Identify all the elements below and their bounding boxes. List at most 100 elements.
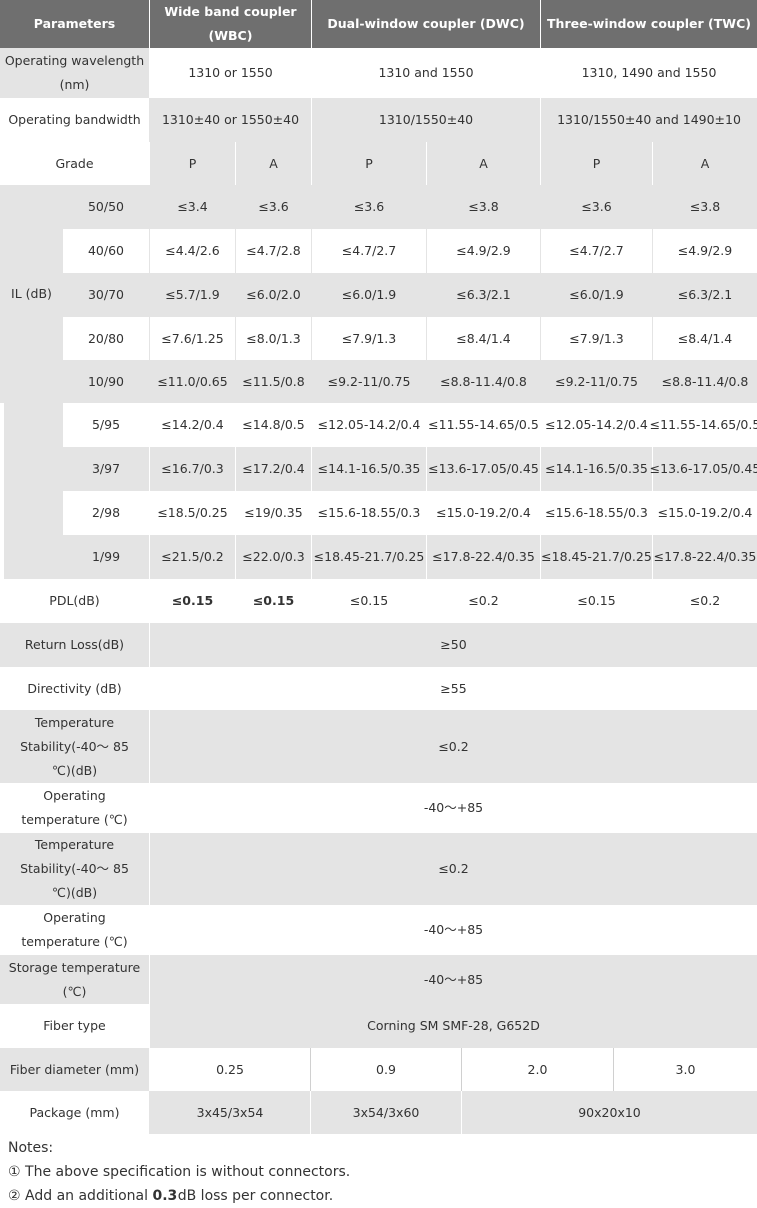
- cell-value: ≥50: [440, 637, 467, 652]
- cell-value: ≤4.7/2.7: [312, 229, 426, 273]
- cell-value: ≤18.45-21.7/0.25: [312, 535, 426, 579]
- cell-value: ≤15.6-18.55/0.3: [541, 491, 652, 535]
- cell-value: ≤21.5/0.2: [150, 535, 235, 579]
- cell-value: ≤9.2-11/0.75: [541, 360, 652, 403]
- cell-value: ≤11.0/0.65: [150, 360, 235, 403]
- table-row: Return Loss(dB) ≥50: [0, 623, 757, 667]
- table-row: PDL(dB) ≤0.15 ≤0.15 ≤0.15 ≤0.2 ≤0.15 ≤0.…: [0, 579, 757, 623]
- table-row: Storage temperature (℃) -40～+85: [0, 955, 757, 1004]
- row-label: Storage temperature (℃): [8, 959, 141, 999]
- ratio-label: 40/60: [63, 229, 149, 273]
- cell-value: ≤14.8/0.5: [236, 403, 311, 447]
- cell-value: ≤0.15: [577, 593, 616, 608]
- table-row: 2/98 ≤18.5/0.25 ≤19/0.35 ≤15.6-18.55/0.3…: [0, 491, 757, 535]
- cell-value: ≤6.0/1.9: [312, 273, 426, 317]
- notes: Notes: ① The above specification is with…: [8, 1136, 350, 1208]
- note-2: ② Add an additional 0.3 dB loss per conn…: [8, 1184, 350, 1208]
- ratio-label: 10/90: [63, 360, 149, 403]
- ratio-label: 30/70: [63, 273, 149, 317]
- cell-value: ≤17.8-22.4/0.35: [653, 535, 757, 579]
- cell-value: 1310±40 or 1550±40: [161, 112, 300, 127]
- table-row: 40/60 ≤4.4/2.6 ≤4.7/2.8 ≤4.7/2.7 ≤4.9/2.…: [0, 229, 757, 273]
- table-header-row: Parameters Wide band coupler (WBC) Dual-…: [0, 0, 757, 48]
- cell-value: 0.9: [376, 1061, 396, 1077]
- cell-value: ≤4.7/2.8: [236, 229, 311, 273]
- ratio-label: 2/98: [63, 491, 149, 535]
- cell-value: ≤12.05-14.2/0.4: [312, 403, 426, 447]
- cell-value: ≤0.2: [438, 738, 469, 754]
- cell-value: ≤8.0/1.3: [236, 317, 311, 360]
- cell-value: ≤11.55-14.65/0.5: [650, 403, 757, 447]
- row-label: Directivity (dB): [27, 680, 122, 696]
- cell-value: 1310, 1490 and 1550: [581, 65, 717, 80]
- row-label: Return Loss(dB): [24, 637, 125, 652]
- cell-value: ≤19/0.35: [236, 491, 311, 535]
- ratio-label: 3/97: [63, 447, 149, 491]
- note-marker: ②: [8, 1188, 21, 1204]
- header-dwc: Dual-window coupler (DWC): [327, 16, 525, 31]
- cell-value: ≤13.6-17.05/0.45: [427, 447, 540, 491]
- cell-value: ≤0.2: [689, 593, 721, 608]
- table-row: 30/70 ≤5.7/1.9 ≤6.0/2.0 ≤6.0/1.9 ≤6.3/2.…: [0, 273, 757, 317]
- cell-value: ≤8.8-11.4/0.8: [427, 360, 540, 403]
- table-row: 50/50 ≤3.4 ≤3.6 ≤3.6 ≤3.8 ≤3.6 ≤3.8: [0, 185, 757, 229]
- cell-value: ≤15.6-18.55/0.3: [312, 491, 426, 535]
- cell-value: -40～+85: [423, 922, 484, 937]
- cell-value: ≤6.3/2.1: [653, 273, 757, 317]
- table-row: 20/80 ≤7.6/1.25 ≤8.0/1.3 ≤7.9/1.3 ≤8.4/1…: [0, 317, 757, 360]
- cell-value: P: [150, 142, 235, 185]
- row-label: Grade: [55, 155, 94, 171]
- row-label: Temperature Stability(-40～ 85 ℃)(dB): [20, 837, 129, 900]
- cell-value: ≤0.2: [468, 593, 499, 608]
- cell-value: ≤7.9/1.3: [312, 317, 426, 360]
- cell-value: ≤7.6/1.25: [150, 317, 235, 360]
- table-row: 1/99 ≤21.5/0.2 ≤22.0/0.3 ≤18.45-21.7/0.2…: [0, 535, 757, 579]
- note-text: Add an additional: [25, 1188, 149, 1204]
- row-label: Operating temperature (℃): [21, 788, 128, 827]
- cell-value: ≤3.8: [653, 185, 757, 229]
- cell-value: 0.25: [216, 1061, 244, 1077]
- cell-value: -40～+85: [423, 800, 484, 815]
- table-row: Fiber type Corning SM SMF-28, G652D: [0, 1004, 757, 1048]
- row-label: Fiber diameter (mm): [0, 1048, 149, 1091]
- note-text: dB loss per connector.: [177, 1188, 334, 1204]
- cell-value: Corning SM SMF-28, G652D: [150, 1004, 757, 1048]
- cell-value: ≤12.05-14.2/0.4: [541, 403, 652, 447]
- table-row: 5/95 ≤14.2/0.4 ≤14.8/0.5 ≤12.05-14.2/0.4…: [0, 403, 757, 447]
- cell-value: 1310/1550±40: [378, 112, 474, 127]
- cell-value: ≤22.0/0.3: [236, 535, 311, 579]
- cell-value: ≤14.1-16.5/0.35: [312, 447, 426, 491]
- cell-value: 1310 and 1550: [378, 65, 474, 80]
- cell-value: ≤14.1-16.5/0.35: [541, 447, 652, 491]
- cell-value: ≤18.45-21.7/0.25: [541, 535, 652, 579]
- cell-value: ≤3.4: [150, 185, 235, 229]
- cell-value: ≤0.15: [252, 593, 295, 608]
- row-label: Operating temperature (℃): [21, 910, 128, 949]
- row-label: Operating wavelength (nm): [0, 48, 149, 98]
- table-row: Operating temperature (℃) -40～+85: [0, 783, 757, 833]
- cell-value: ≥55: [440, 680, 467, 696]
- cell-value: ≤11.5/0.8: [236, 360, 311, 403]
- cell-value: ≤17.2/0.4: [236, 447, 311, 491]
- cell-value: ≤6.3/2.1: [427, 273, 540, 317]
- ratio-label: 20/80: [63, 317, 149, 360]
- cell-value: ≤0.15: [171, 593, 214, 608]
- note-value: 0.3: [152, 1188, 178, 1204]
- table-row: Operating wavelength (nm) 1310 or 1550 1…: [0, 48, 757, 98]
- table-row: Directivity (dB) ≥55: [0, 667, 757, 710]
- table-row: Temperature Stability(-40～ 85 ℃)(dB) ≤0.…: [0, 833, 757, 905]
- cell-value: ≤8.4/1.4: [653, 317, 757, 360]
- cell-value: 1310 or 1550: [188, 65, 273, 80]
- cell-value: ≤4.9/2.9: [653, 229, 757, 273]
- cell-value: ≤3.6: [236, 185, 311, 229]
- cell-value: A: [236, 142, 311, 185]
- cell-value: ≤17.8-22.4/0.35: [427, 535, 540, 579]
- note-text: The above specification is without conne…: [25, 1164, 351, 1180]
- header-parameters: Parameters: [33, 16, 116, 31]
- cell-value: ≤5.7/1.9: [150, 273, 235, 317]
- cell-value: -40～+85: [423, 971, 484, 987]
- ratio-label: 5/95: [63, 403, 149, 447]
- cell-value: ≤4.4/2.6: [150, 229, 235, 273]
- ratio-label: 1/99: [63, 535, 149, 579]
- cell-value: ≤13.6-17.05/0.45: [650, 447, 757, 491]
